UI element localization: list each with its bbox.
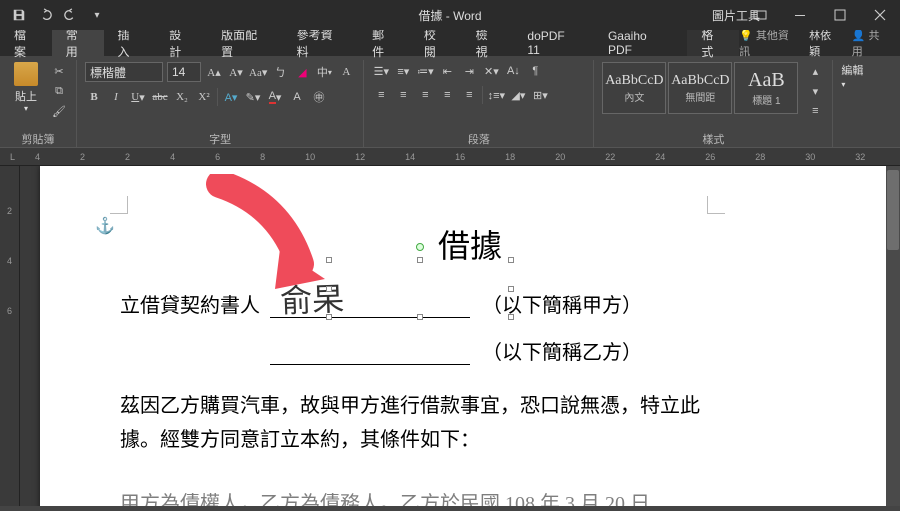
line-spacing-icon[interactable]: ↕≡▾ <box>487 86 505 104</box>
tab-home[interactable]: 常用 <box>52 30 104 56</box>
superscript-icon[interactable]: X² <box>195 88 213 106</box>
doc-body[interactable]: 茲因乙方購買汽車，故與甲方進行借款事宜，恐口說無憑，特立此 據。經雙方同意訂立本… <box>120 389 820 457</box>
group-paragraph: ☰▾ ≡▾ ≔▾ ⇤ ⇥ ✕▾ A↓ ¶ ≡ ≡ ≡ ≡ ≡ ↕≡▾ ◢▾ ⊞▾ <box>364 60 594 148</box>
window-title: 借據 - Word <box>418 7 481 24</box>
tell-me[interactable]: 💡 其他資訊 <box>739 27 799 59</box>
bold-icon[interactable]: B <box>85 88 103 106</box>
styles-scroll-up-icon[interactable]: ▴ <box>806 62 824 80</box>
group-font: A▴ A▾ Aa▾ ㄅ ◢ 中▾ A B I U▾ abc X₂ X² A▾ ✎… <box>77 60 364 148</box>
decrease-indent-icon[interactable]: ⇤ <box>438 62 456 80</box>
doc-body-partial[interactable]: 甲方為債權人，乙方為債務人。乙方於民國 108 年 3 月 20 日 <box>120 487 820 506</box>
close-icon[interactable] <box>860 0 900 30</box>
copy-icon[interactable]: ⧉ <box>50 82 68 100</box>
show-marks-icon[interactable]: ¶ <box>526 62 544 80</box>
asian-layout-icon[interactable]: ✕▾ <box>482 62 500 80</box>
text-effects-icon[interactable]: A▾ <box>222 88 240 106</box>
user-name[interactable]: 林依穎 <box>809 27 842 59</box>
styles-scroll-down-icon[interactable]: ▾ <box>806 82 824 100</box>
tab-format[interactable]: 格式 <box>687 30 739 56</box>
ruler-vertical[interactable]: 246 <box>0 166 20 506</box>
clear-format-icon[interactable]: ◢ <box>293 63 311 81</box>
char-border-icon[interactable]: 中▾ <box>315 63 333 81</box>
paste-button[interactable]: 貼上 ▾ <box>8 62 44 113</box>
cut-icon[interactable]: ✂ <box>50 62 68 80</box>
tab-dopdf[interactable]: doPDF 11 <box>513 30 594 56</box>
line1-prefix[interactable]: 立借貸契約書人 <box>120 289 260 318</box>
highlight-icon[interactable]: ✎▾ <box>244 88 262 106</box>
minimize-icon[interactable] <box>780 0 820 30</box>
align-center-icon[interactable]: ≡ <box>394 86 412 104</box>
numbering-icon[interactable]: ≡▾ <box>394 62 412 80</box>
ribbon-display-icon[interactable] <box>740 0 780 30</box>
tab-file[interactable]: 檔案 <box>0 30 52 56</box>
bullets-icon[interactable]: ☰▾ <box>372 62 390 80</box>
save-icon[interactable] <box>6 2 32 28</box>
document-canvas[interactable]: 246 ⚓ 借據 立借貸契約書人 俞杲 （以下簡稱甲方） 立借貸契約書人 <box>0 166 900 506</box>
subscript-icon[interactable]: X₂ <box>173 88 191 106</box>
tab-review[interactable]: 校閱 <box>410 30 462 56</box>
justify-icon[interactable]: ≡ <box>438 86 456 104</box>
qat-more-icon[interactable]: ▾ <box>84 2 110 28</box>
group-editing: 編輯▾ <box>833 60 871 148</box>
enclose-icon[interactable]: ㊥ <box>310 88 328 106</box>
distribute-icon[interactable]: ≡ <box>460 86 478 104</box>
rotate-handle-icon[interactable] <box>416 243 424 251</box>
tab-design[interactable]: 設計 <box>155 30 207 56</box>
grow-font-icon[interactable]: A▴ <box>205 63 223 81</box>
scroll-thumb[interactable] <box>887 170 899 250</box>
editing-button[interactable]: 編輯▾ <box>841 62 863 90</box>
tab-layout[interactable]: 版面配置 <box>207 30 283 56</box>
strike-icon[interactable]: abc <box>151 88 169 106</box>
tab-view[interactable]: 檢視 <box>462 30 514 56</box>
style-normal[interactable]: AaBbCcD內文 <box>602 62 666 114</box>
group-styles: AaBbCcD內文 AaBbCcD無間距 AaB標題 1 ▴ ▾ ≡ 樣式 <box>594 60 833 148</box>
styles-more-icon[interactable]: ≡ <box>806 102 824 120</box>
italic-icon[interactable]: I <box>107 88 125 106</box>
align-left-icon[interactable]: ≡ <box>372 86 390 104</box>
phonetic-guide-icon[interactable]: ㄅ <box>271 63 289 81</box>
font-name-select[interactable] <box>85 62 163 82</box>
style-nospacing[interactable]: AaBbCcD無間距 <box>668 62 732 114</box>
sort-icon[interactable]: A↓ <box>504 62 522 80</box>
multilevel-icon[interactable]: ≔▾ <box>416 62 434 80</box>
style-heading1[interactable]: AaB標題 1 <box>734 62 798 114</box>
margin-corner-tr <box>707 196 725 214</box>
undo-icon[interactable] <box>32 2 58 28</box>
picture-selection[interactable] <box>330 261 510 316</box>
tab-references[interactable]: 參考資料 <box>283 30 359 56</box>
tab-mailings[interactable]: 郵件 <box>358 30 410 56</box>
align-right-icon[interactable]: ≡ <box>416 86 434 104</box>
underline-icon[interactable]: U▾ <box>129 88 147 106</box>
font-size-select[interactable] <box>167 62 201 82</box>
tab-gaaiho[interactable]: Gaaiho PDF <box>594 30 687 56</box>
share-button[interactable]: 👤 共用 <box>852 27 890 59</box>
party-b-field[interactable] <box>270 341 470 365</box>
format-painter-icon[interactable]: 🖌 <box>50 102 68 120</box>
change-case-icon[interactable]: Aa▾ <box>249 63 267 81</box>
group-clipboard: 貼上 ▾ ✂ ⧉ 🖌 剪貼簿 <box>0 60 77 148</box>
scrollbar-vertical[interactable] <box>886 166 900 506</box>
anchor-icon: ⚓ <box>95 216 115 236</box>
maximize-icon[interactable] <box>820 0 860 30</box>
font-color-icon[interactable]: A▾ <box>266 88 284 106</box>
enclose-char-icon[interactable]: A <box>337 63 355 81</box>
borders-icon[interactable]: ⊞▾ <box>531 86 549 104</box>
line2-suffix[interactable]: （以下簡稱乙方） <box>482 336 642 365</box>
margin-corner-tl <box>110 196 128 214</box>
shading-icon[interactable]: ◢▾ <box>509 86 527 104</box>
shrink-font-icon[interactable]: A▾ <box>227 63 245 81</box>
page: ⚓ 借據 立借貸契約書人 俞杲 （以下簡稱甲方） 立借貸契約書人 （以下簡 <box>40 166 900 506</box>
ruler-horizontal[interactable]: L 42 24 68 1012 1416 1820 2224 2628 3032… <box>0 148 900 166</box>
increase-indent-icon[interactable]: ⇥ <box>460 62 478 80</box>
tab-insert[interactable]: 插入 <box>104 30 156 56</box>
char-shading-icon[interactable]: A <box>288 88 306 106</box>
redo-icon[interactable] <box>58 2 84 28</box>
